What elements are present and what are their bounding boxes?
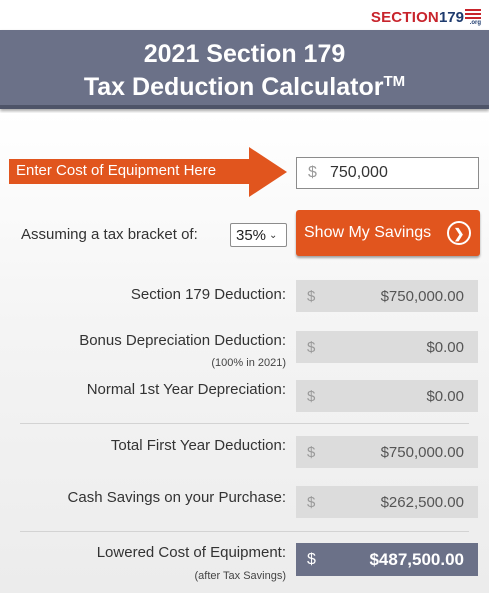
page-title-line2: Tax Deduction CalculatorTM	[0, 68, 489, 101]
cash-savings-output: $ $262,500.00	[296, 486, 478, 518]
equipment-cost-input[interactable]: $ 750,000	[296, 157, 479, 189]
currency-symbol: $	[308, 164, 317, 181]
currency-symbol: $	[307, 550, 316, 568]
lowered-cost-value: $487,500.00	[369, 549, 464, 569]
total-deduction-output: $ $750,000.00	[296, 436, 478, 468]
enter-cost-arrow: Enter Cost of Equipment Here	[9, 147, 287, 197]
flag-icon: .org	[465, 8, 481, 26]
normal-depreciation-output: $ $0.00	[296, 380, 478, 412]
logo-word: SECTION	[370, 8, 439, 26]
currency-symbol: $	[307, 338, 316, 356]
currency-symbol: $	[307, 493, 316, 511]
calculator-header: 2021 Section 179 Tax Deduction Calculato…	[0, 30, 489, 109]
cash-savings-label: Cash Savings on your Purchase:	[67, 489, 286, 506]
currency-symbol: $	[307, 287, 316, 305]
bonus-depreciation-label: Bonus Depreciation Deduction:	[79, 332, 286, 349]
section179-deduction-value: $750,000.00	[380, 287, 464, 305]
arrow-right-circle-icon: ❯	[447, 221, 471, 245]
normal-depreciation-label: Normal 1st Year Depreciation:	[86, 381, 286, 398]
section179-deduction-label: Section 179 Deduction:	[130, 286, 286, 303]
currency-symbol: $	[307, 443, 316, 461]
section179-deduction-output: $ $750,000.00	[296, 280, 478, 312]
tax-bracket-value: 35%	[236, 226, 267, 244]
section-divider	[20, 423, 469, 424]
lowered-cost-output: $ $487,500.00	[296, 543, 478, 576]
equipment-cost-value[interactable]: 750,000	[330, 164, 388, 182]
trademark-mark: TM	[383, 73, 406, 90]
show-savings-button[interactable]: Show My Savings ❯	[296, 210, 480, 256]
site-logo[interactable]: SECTION 179 .org	[371, 7, 481, 27]
currency-symbol: $	[307, 387, 316, 405]
show-savings-label: Show My Savings	[304, 224, 432, 241]
page-title-text: Tax Deduction Calculator	[83, 73, 384, 101]
arrow-right-icon	[249, 147, 287, 197]
normal-depreciation-value: $0.00	[426, 387, 464, 405]
lowered-cost-sublabel: (after Tax Savings)	[194, 570, 286, 582]
logo-number: 179	[438, 8, 464, 26]
enter-cost-label: Enter Cost of Equipment Here	[16, 162, 217, 179]
bonus-depreciation-output: $ $0.00	[296, 331, 478, 363]
logo-suffix: .org	[469, 20, 481, 26]
bonus-depreciation-value: $0.00	[426, 338, 464, 356]
total-deduction-label: Total First Year Deduction:	[110, 437, 286, 454]
lowered-cost-label: Lowered Cost of Equipment:	[96, 544, 286, 561]
total-deduction-value: $750,000.00	[380, 443, 464, 461]
section-divider	[20, 531, 469, 532]
cash-savings-value: $262,500.00	[380, 493, 464, 511]
tax-bracket-select[interactable]: 35% ⌄	[230, 223, 287, 247]
tax-bracket-label: Assuming a tax bracket of:	[21, 226, 198, 243]
chevron-down-icon: ⌄	[269, 229, 278, 241]
bonus-depreciation-sublabel: (100% in 2021)	[211, 357, 286, 369]
page-title-line1: 2021 Section 179	[143, 40, 346, 68]
